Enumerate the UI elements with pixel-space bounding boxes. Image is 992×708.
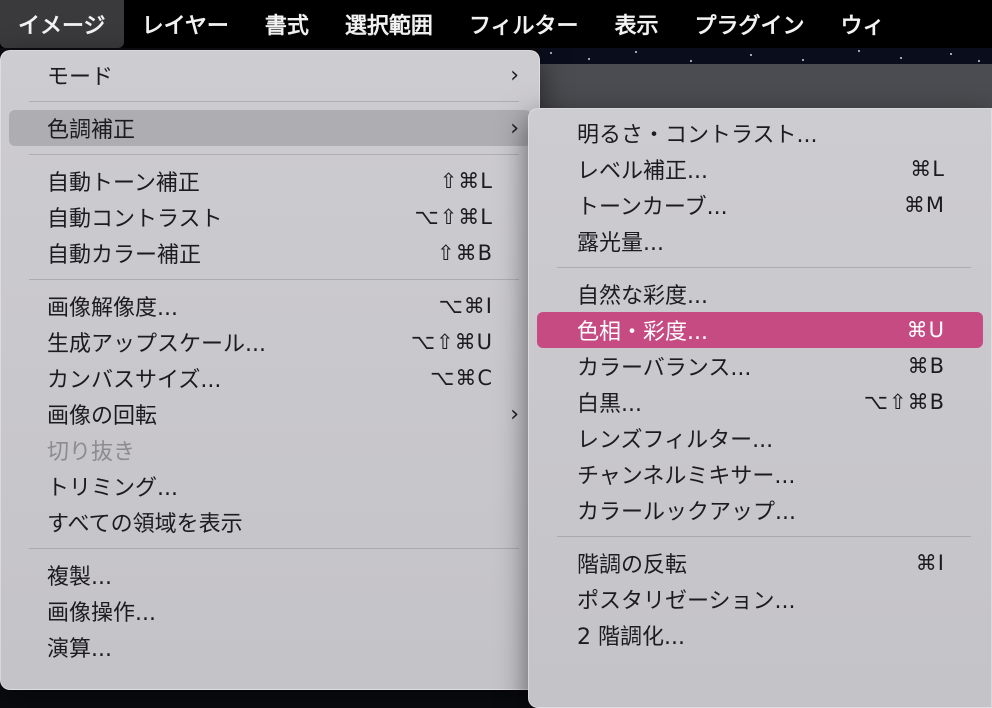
menubar-window[interactable]: ウィ <box>823 0 903 48</box>
chevron-right-icon: › <box>510 62 519 88</box>
menubar-select[interactable]: 選択範囲 <box>327 0 451 48</box>
menu-separator <box>557 536 971 537</box>
menu-item-label: 切り抜き <box>47 440 136 465</box>
menubar-plugins[interactable]: プラグイン <box>677 0 823 48</box>
menu-item-label: 2 階調化... <box>577 625 685 650</box>
menu-item-label: すべての領域を表示 <box>47 512 243 537</box>
menubar-filter[interactable]: フィルター <box>451 0 597 48</box>
menu-item-hue-saturation[interactable]: 色相・彩度... ⌘U <box>537 312 983 348</box>
menu-shortcut: ⌘U <box>906 318 945 342</box>
menu-item-label: 画像操作... <box>47 601 156 626</box>
menu-shortcut: ⌘B <box>907 354 945 378</box>
menu-item-vibrance[interactable]: 自然な彩度... <box>537 276 983 312</box>
menu-item-label: 複製... <box>47 565 112 590</box>
menu-item-photo-filter[interactable]: レンズフィルター... <box>537 420 983 456</box>
menu-item-label: 露光量... <box>577 231 664 256</box>
menu-item-duplicate[interactable]: 複製... <box>9 557 531 593</box>
menu-item-posterize[interactable]: ポスタリゼーション... <box>537 581 983 617</box>
menu-item-color-lookup[interactable]: カラールックアップ... <box>537 492 983 528</box>
menu-item-adjustments[interactable]: 色調補正 › <box>9 110 531 146</box>
menu-item-color-balance[interactable]: カラーバランス... ⌘B <box>537 348 983 384</box>
menu-shortcut: ⌘L <box>910 157 945 181</box>
menu-shortcut: ⌘I <box>915 551 945 575</box>
menu-item-calculations[interactable]: 演算... <box>9 629 531 665</box>
chevron-right-icon: › <box>510 115 519 141</box>
menu-shortcut: ⇧⌘L <box>439 169 493 193</box>
menu-item-levels[interactable]: レベル補正... ⌘L <box>537 151 983 187</box>
menu-separator <box>29 548 519 549</box>
menu-separator <box>29 279 519 280</box>
menu-item-black-white[interactable]: 白黒... ⌥⇧⌘B <box>537 384 983 420</box>
menu-item-label: カラールックアップ... <box>577 500 796 525</box>
menu-separator <box>557 267 971 268</box>
menu-item-generative-upscale[interactable]: 生成アップスケール... ⌥⇧⌘U <box>9 324 531 360</box>
menu-item-trim[interactable]: トリミング... <box>9 468 531 504</box>
menubar-type[interactable]: 書式 <box>247 0 327 48</box>
menu-item-reveal-all[interactable]: すべての領域を表示 <box>9 504 531 540</box>
menu-item-label: トリミング... <box>47 476 178 501</box>
menu-item-auto-color[interactable]: 自動カラー補正 ⇧⌘B <box>9 235 531 271</box>
menu-item-channel-mixer[interactable]: チャンネルミキサー... <box>537 456 983 492</box>
menu-item-exposure[interactable]: 露光量... <box>537 223 983 259</box>
menu-item-label: 画像の回転 <box>47 404 158 429</box>
menu-item-canvas-size[interactable]: カンバスサイズ... ⌥⌘C <box>9 360 531 396</box>
menu-bar: イメージ レイヤー 書式 選択範囲 フィルター 表示 プラグイン ウィ <box>0 0 992 48</box>
menu-item-auto-tone[interactable]: 自動トーン補正 ⇧⌘L <box>9 163 531 199</box>
menu-item-auto-contrast[interactable]: 自動コントラスト ⌥⇧⌘L <box>9 199 531 235</box>
menu-item-label: 色調補正 <box>47 118 136 143</box>
menu-item-threshold[interactable]: 2 階調化... <box>537 617 983 653</box>
menu-shortcut: ⇧⌘B <box>436 241 493 265</box>
menu-item-curves[interactable]: トーンカーブ... ⌘M <box>537 187 983 223</box>
chevron-right-icon: › <box>510 401 519 427</box>
menu-item-mode[interactable]: モード › <box>9 57 531 93</box>
menu-item-apply-image[interactable]: 画像操作... <box>9 593 531 629</box>
menubar-layer[interactable]: レイヤー <box>124 0 247 48</box>
menubar-image[interactable]: イメージ <box>0 0 124 48</box>
menubar-view[interactable]: 表示 <box>597 0 677 48</box>
menu-shortcut: ⌥⌘I <box>438 294 493 318</box>
menu-item-image-rotation[interactable]: 画像の回転 › <box>9 396 531 432</box>
adjustments-submenu: 明るさ・コントラスト... レベル補正... ⌘L トーンカーブ... ⌘M 露… <box>528 108 992 708</box>
menu-item-invert[interactable]: 階調の反転 ⌘I <box>537 545 983 581</box>
menu-separator <box>29 101 519 102</box>
menu-item-label: レンズフィルター... <box>577 428 774 453</box>
canvas-starfield <box>540 48 992 64</box>
menu-separator <box>29 154 519 155</box>
image-menu: モード › 色調補正 › 自動トーン補正 ⇧⌘L 自動コントラスト ⌥⇧⌘L 自… <box>0 50 540 690</box>
menu-item-label: ポスタリゼーション... <box>577 589 796 614</box>
menu-item-label: 演算... <box>47 637 112 662</box>
menu-shortcut: ⌥⌘C <box>430 366 493 390</box>
menu-item-label: チャンネルミキサー... <box>577 464 796 489</box>
menu-item-crop: 切り抜き <box>9 432 531 468</box>
menu-item-label: 自然な彩度... <box>577 284 708 309</box>
menu-item-image-size[interactable]: 画像解像度... ⌥⌘I <box>9 288 531 324</box>
menu-shortcut: ⌘M <box>903 193 945 217</box>
menu-item-brightness-contrast[interactable]: 明るさ・コントラスト... <box>537 115 983 151</box>
menu-item-label: モード <box>47 65 114 90</box>
menu-item-label: 明るさ・コントラスト... <box>577 123 818 148</box>
menu-shortcut: ⌥⇧⌘L <box>414 205 493 229</box>
menu-shortcut: ⌥⇧⌘B <box>863 390 945 414</box>
menu-shortcut: ⌥⇧⌘U <box>410 330 493 354</box>
document-tab-bar <box>538 64 992 108</box>
